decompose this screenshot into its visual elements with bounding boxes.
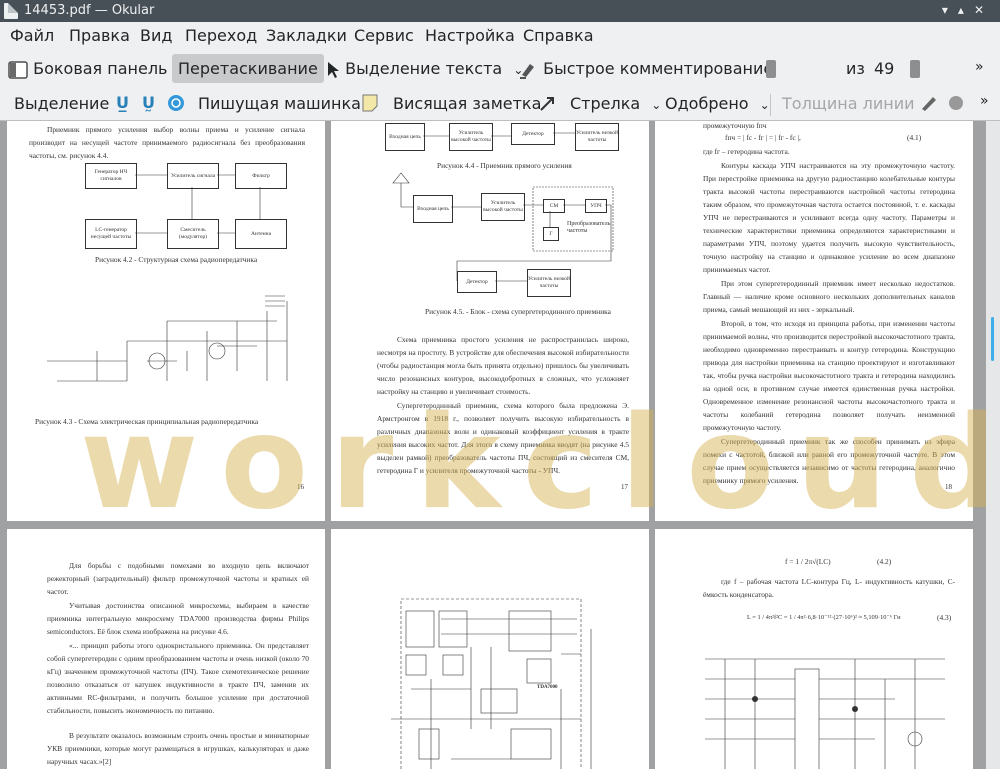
okular-app-icon bbox=[4, 3, 18, 19]
stamp-icon[interactable] bbox=[167, 94, 185, 116]
page-paragraph: «... принцип работы этого однокристально… bbox=[47, 641, 309, 715]
toolbar-overflow-icon[interactable]: » bbox=[975, 59, 984, 75]
receiver-schematic bbox=[705, 658, 945, 769]
next-page-icon[interactable] bbox=[910, 60, 920, 78]
cursor-arrow-icon bbox=[328, 61, 339, 78]
block-diagram-connectors bbox=[135, 174, 261, 234]
sticky-note-label: Висящая заметка bbox=[393, 94, 542, 113]
page-19: Для борьбы с подобными помехами во входн… bbox=[7, 529, 325, 769]
window-title: 14453.pdf — Okular bbox=[24, 3, 155, 18]
page-18: промежуточную fпч fпч = | fс - fг | = | … bbox=[655, 121, 973, 521]
document-view[interactable]: Приемник прямого усиления выбор волны пр… bbox=[0, 121, 1000, 769]
tda7000-schematic bbox=[391, 598, 592, 769]
window-controls[interactable]: ▾▴✕ bbox=[942, 3, 994, 17]
page-paragraph: Контуры каскада УПЧ настраиваются на эту… bbox=[703, 161, 955, 274]
chevron-down-icon[interactable]: ⌄ bbox=[651, 98, 661, 112]
menu-tools[interactable]: Сервис bbox=[354, 26, 414, 45]
sidebar-label: Боковая панель bbox=[33, 59, 168, 78]
typewriter-tool[interactable]: Пишущая машинка bbox=[198, 94, 361, 113]
menu-settings[interactable]: Настройка bbox=[425, 26, 515, 45]
sticky-note-icon[interactable] bbox=[362, 94, 378, 116]
line-width-control[interactable]: Толщина линии bbox=[782, 94, 915, 113]
page-paragraph: где f – рабочая частота LC-контура Гц, L… bbox=[703, 577, 955, 599]
page-paragraph: В результате оказалось возможным строить… bbox=[47, 731, 309, 766]
block-diagram-connectors bbox=[392, 132, 614, 282]
page-21: f = 1 / 2π√(LC) (4.2) где f – рабочая ча… bbox=[655, 529, 973, 769]
page-paragraph: Супергетеродинный приемник так же способ… bbox=[703, 437, 955, 485]
figure-caption: Рисунок 4.3 - Схема электрическая принци… bbox=[35, 417, 259, 426]
menu-edit[interactable]: Правка bbox=[69, 26, 130, 45]
highlighter-icon bbox=[520, 63, 534, 79]
page-number: 17 bbox=[621, 483, 628, 491]
quick-annotation-button[interactable]: Быстрое комментирование bbox=[518, 59, 773, 79]
maximize-icon[interactable]: ▴ bbox=[958, 3, 974, 17]
page-paragraph: Второй, в том, что исходя из принципа ра… bbox=[703, 319, 955, 432]
main-toolbar: Боковая панель Перетаскивание Выделение … bbox=[0, 50, 1000, 135]
chevron-down-icon[interactable]: ⌄ bbox=[760, 98, 770, 112]
drag-label: Перетаскивание bbox=[178, 59, 318, 78]
squiggle-underline-icon[interactable]: Ṵ bbox=[142, 93, 155, 112]
page-paragraph: Супергетеродинный приемник, схема которо… bbox=[377, 401, 629, 475]
figure-caption: Рисунок 4.2 - Структурная схема радиопер… bbox=[95, 255, 258, 264]
selection-label: Выделение bbox=[14, 94, 110, 113]
menu-file[interactable]: Файл bbox=[10, 26, 54, 45]
menu-view[interactable]: Вид bbox=[140, 26, 172, 45]
stamp-approved-tool[interactable]: Одобрено ⌄ bbox=[665, 94, 770, 113]
circuit-schematic bbox=[47, 295, 288, 382]
toolbar-overflow-icon[interactable]: » bbox=[980, 93, 989, 109]
typewriter-label: Пишущая машинка bbox=[198, 94, 361, 113]
sidebar-icon bbox=[8, 60, 28, 79]
page-of-label: из bbox=[846, 59, 865, 78]
line-color-icon[interactable] bbox=[920, 94, 938, 116]
fill-color-icon[interactable] bbox=[947, 94, 965, 116]
chip-label: TDA7000 bbox=[537, 685, 558, 690]
drag-mode-button[interactable]: Перетаскивание bbox=[172, 54, 324, 83]
page-paragraph: Учитывая достоинства описанной микросхем… bbox=[47, 601, 309, 636]
page-20: TDA7000 bbox=[331, 529, 649, 769]
formula-number: (4.3) bbox=[937, 613, 952, 622]
menu-go[interactable]: Переход bbox=[185, 26, 257, 45]
underline-icon[interactable]: U̲ bbox=[116, 93, 129, 112]
sticky-note-tool[interactable]: Висящая заметка bbox=[393, 94, 541, 113]
page-text-line: промежуточную fпч bbox=[703, 121, 767, 130]
formula: L = 1 / 4π²f²C = 1 / 4π²·6,8·10⁻¹²·(27·1… bbox=[747, 614, 901, 621]
formula: f = 1 / 2π√(LC) bbox=[785, 557, 831, 566]
text-select-button[interactable]: Выделение текста ⌄ bbox=[326, 59, 523, 79]
page-number: 18 bbox=[945, 483, 952, 491]
title-bar: 14453.pdf — Okular ▾▴✕ bbox=[0, 0, 1000, 22]
page-16: Приемник прямого усиления выбор волны пр… bbox=[7, 121, 325, 521]
figure-caption: Рисунок 4.5. - Блок - схема супергетерод… bbox=[425, 307, 611, 316]
page-17: Входная цепь Усилитель высокой частоты Д… bbox=[331, 121, 649, 521]
page-paragraph: Схема приемника простого усиления не рас… bbox=[377, 335, 629, 396]
previous-page-icon[interactable] bbox=[766, 60, 776, 78]
formula-number: (4.2) bbox=[877, 557, 892, 566]
arrow-label: Стрелка bbox=[570, 94, 641, 113]
page-total: 49 bbox=[874, 59, 895, 78]
page-paragraph: Для борьбы с подобными помехами во входн… bbox=[47, 561, 309, 596]
approved-label: Одобрено bbox=[665, 94, 749, 113]
page-paragraph: При этом супергетеродинный приемник имее… bbox=[703, 279, 955, 314]
selection-tool[interactable]: Выделение bbox=[14, 94, 109, 113]
menu-bookmarks[interactable]: Закладки bbox=[266, 26, 347, 45]
scrollbar-thumb[interactable] bbox=[991, 317, 994, 361]
menu-bar: Файл Правка Вид Переход Закладки Сервис … bbox=[0, 22, 1000, 50]
line-width-label: Толщина линии bbox=[782, 94, 915, 113]
page-number: 16 bbox=[297, 483, 304, 491]
arrow-tool-icon[interactable] bbox=[538, 94, 558, 116]
page-text-line: где fг – гетеродина частота. bbox=[703, 147, 790, 156]
text-select-label: Выделение текста bbox=[345, 59, 503, 78]
quick-annotation-label: Быстрое комментирование bbox=[543, 59, 774, 78]
annotation-toolbar: Выделение U̲ Ṵ Пишущая машинка Висящая з… bbox=[0, 88, 1000, 121]
sidebar-button[interactable]: Боковая панель bbox=[8, 59, 167, 79]
toolbar-separator bbox=[770, 94, 771, 116]
vertical-scrollbar[interactable] bbox=[986, 121, 1000, 769]
menu-help[interactable]: Справка bbox=[523, 26, 594, 45]
minimize-icon[interactable]: ▾ bbox=[942, 3, 958, 17]
arrow-tool[interactable]: Стрелка ⌄ bbox=[570, 94, 661, 113]
formula-number: (4.1) bbox=[907, 133, 922, 142]
close-icon[interactable]: ✕ bbox=[974, 3, 994, 17]
formula: fпч = | fс - fг | = | fг - fс |, bbox=[725, 133, 801, 142]
